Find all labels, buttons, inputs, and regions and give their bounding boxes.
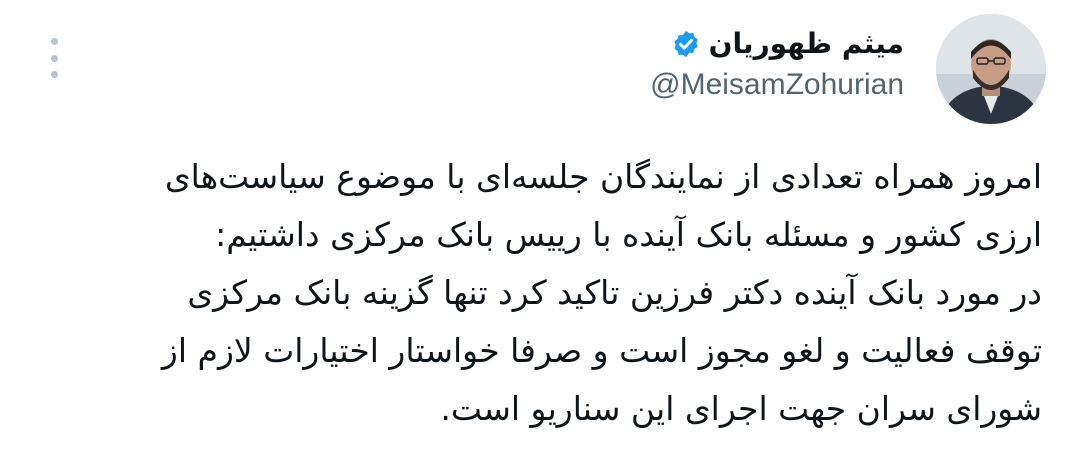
avatar-image bbox=[936, 14, 1046, 124]
author-display-name[interactable]: میثم ظهوریان bbox=[709, 26, 904, 62]
tweet-text-line: توقف فعالیت و لغو مجوز است و صرفا خواستا… bbox=[161, 331, 1042, 370]
author-name-row: میثم ظهوریان bbox=[671, 26, 904, 62]
tweet-text: امروز همراه تعدادی از نمایندگان جلسه‌ای … bbox=[42, 148, 1042, 438]
avatar[interactable] bbox=[936, 14, 1046, 124]
tweet-text-line: ارزی کشور و مسئله بانک آینده با رییس بان… bbox=[215, 215, 1042, 254]
tweet-text-line: امروز همراه تعدادی از نمایندگان جلسه‌ای … bbox=[164, 157, 1042, 196]
more-dot bbox=[50, 54, 58, 62]
more-options-icon[interactable] bbox=[44, 38, 64, 78]
verified-badge-icon bbox=[671, 29, 701, 59]
tweet-card: میثم ظهوریان @MeisamZohurian امروز همراه… bbox=[0, 0, 1080, 464]
tweet-text-line: در مورد بانک آینده دکتر فرزین تاکید کرد … bbox=[187, 273, 1042, 312]
more-dot bbox=[50, 71, 58, 78]
author-handle[interactable]: @MeisamZohurian bbox=[650, 66, 904, 104]
tweet-text-line: شورای سران جهت اجرای این سناریو است. bbox=[440, 389, 1042, 428]
more-dot bbox=[50, 38, 58, 45]
